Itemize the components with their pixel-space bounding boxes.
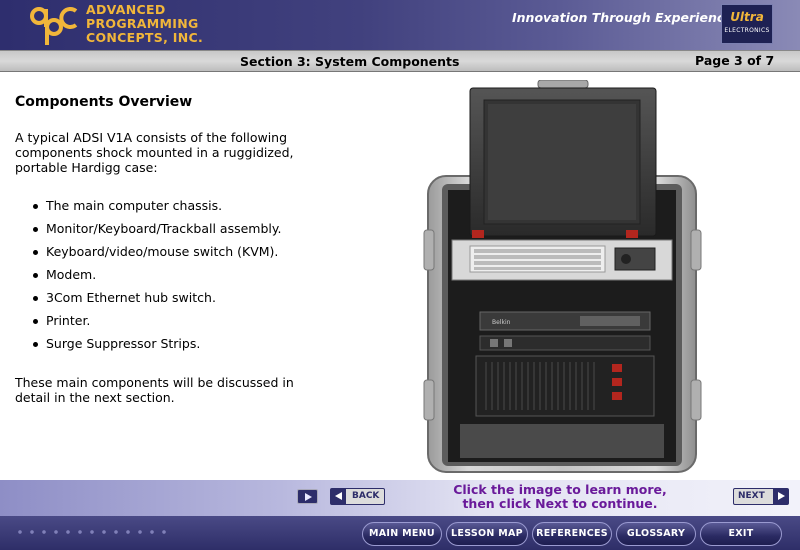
company-name: ADVANCED PROGRAMMING CONCEPTS, INC. <box>86 2 203 45</box>
references-button[interactable]: REFERENCES <box>532 522 612 546</box>
tagline: Innovation Through Experience <box>512 10 733 25</box>
chevron-right-icon <box>773 489 788 504</box>
header-banner: ADVANCED PROGRAMMING CONCEPTS, INC. Inno… <box>0 0 800 50</box>
list-item: The main computer chassis. <box>30 198 320 221</box>
section-bar: Section 3: System Components Page 3 of 7 <box>0 50 800 72</box>
glossary-button[interactable]: GLOSSARY <box>616 522 696 546</box>
list-item: Monitor/Keyboard/Trackball assembly. <box>30 221 320 244</box>
play-audio-button[interactable] <box>297 489 318 504</box>
svg-text:Belkin: Belkin <box>492 319 511 326</box>
instruction-text: Click the image to learn more, then clic… <box>453 482 667 511</box>
content-area: Components Overview A typical ADSI V1A c… <box>0 73 800 479</box>
section-title: Section 3: System Components <box>240 54 460 69</box>
list-item: Keyboard/video/mouse switch (KVM). <box>30 244 320 267</box>
back-label: BACK <box>352 491 380 501</box>
main-menu-button[interactable]: MAIN MENU <box>362 522 442 546</box>
next-button[interactable]: NEXT <box>733 488 789 505</box>
bottom-menu-bar: MAIN MENU LESSON MAP REFERENCES GLOSSARY… <box>0 516 800 550</box>
component-list: The main computer chassis. Monitor/Keybo… <box>30 198 320 359</box>
apc-logo-icon <box>30 7 78 45</box>
system-components-image[interactable]: Belkin <box>420 80 705 477</box>
intro-paragraph: A typical ADSI V1A consists of the follo… <box>15 130 294 175</box>
decorative-dots <box>14 528 174 538</box>
next-label: NEXT <box>738 491 765 501</box>
outro-paragraph: These main components will be discussed … <box>15 375 294 405</box>
lesson-map-button[interactable]: LESSON MAP <box>446 522 528 546</box>
navigation-bar: BACK Click the image to learn more, then… <box>0 480 800 516</box>
back-button[interactable]: BACK <box>330 488 385 505</box>
chevron-left-icon <box>331 489 346 504</box>
list-item: Modem. <box>30 267 320 290</box>
ultra-electronics-logo: Ultra ELECTRONICS <box>721 4 773 44</box>
page-indicator: Page 3 of 7 <box>695 53 775 68</box>
list-item: Printer. <box>30 313 320 336</box>
list-item: 3Com Ethernet hub switch. <box>30 290 320 313</box>
exit-button[interactable]: EXIT <box>700 522 782 546</box>
list-item: Surge Suppressor Strips. <box>30 336 320 359</box>
page-heading: Components Overview <box>15 94 193 110</box>
